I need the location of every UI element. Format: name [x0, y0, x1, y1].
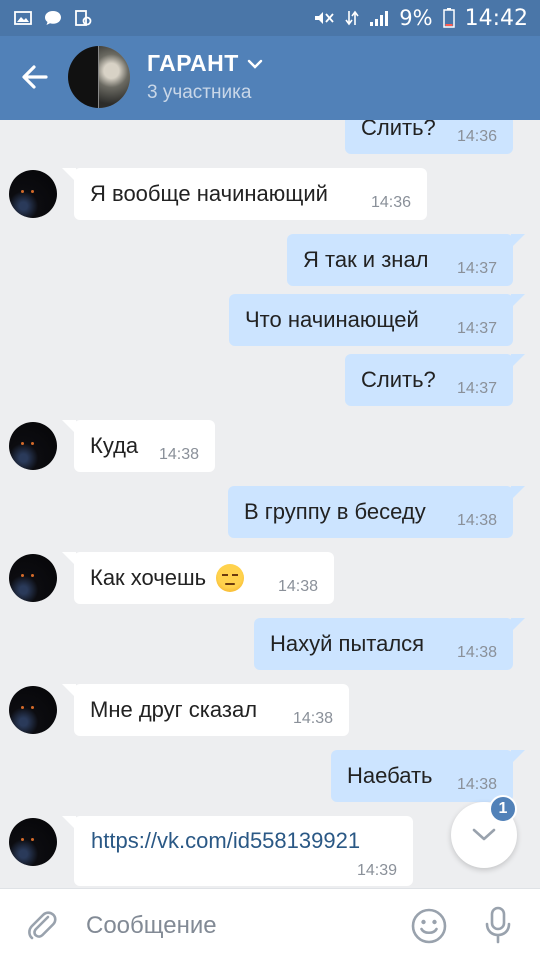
message-time: 14:36 — [456, 128, 497, 145]
message-bubble[interactable]: В группу в беседу 14:38 — [228, 486, 525, 538]
message-text: Что начинающей — [245, 307, 419, 332]
message-time: 14:38 — [456, 776, 497, 793]
sender-avatar[interactable] — [9, 422, 57, 470]
message-bubble[interactable]: Как хочешь 14:38 — [62, 552, 334, 604]
chat-avatar-photo — [99, 46, 130, 108]
message-time: 14:38 — [456, 512, 497, 529]
chat-title[interactable]: ГАРАНТ — [147, 50, 263, 77]
message-time: 14:38 — [158, 446, 199, 463]
image-icon — [14, 11, 32, 25]
message-time: 14:39 — [356, 862, 397, 879]
chevron-down-icon — [472, 828, 496, 841]
chat-title-text: ГАРАНТ — [147, 50, 239, 76]
message-time: 14:37 — [456, 320, 497, 337]
microphone-icon[interactable] — [480, 905, 516, 945]
message-bubble[interactable]: Слить? 14:37 — [345, 354, 525, 406]
back-arrow-icon[interactable] — [18, 60, 52, 94]
message-text: Мне друг сказал — [90, 697, 258, 722]
message-time: 14:37 — [456, 260, 497, 277]
message-bubble[interactable]: Куда 14:38 — [62, 420, 215, 472]
message-bubble-link[interactable]: https://vk.com/id558139921 14:39 — [62, 816, 413, 886]
paperclip-icon[interactable] — [24, 907, 60, 943]
battery-percent: 9% — [399, 6, 433, 30]
message-time: 14:38 — [292, 710, 333, 727]
message-bubble[interactable]: Я так и знал 14:37 — [287, 234, 525, 286]
message-text: Я так и знал — [303, 247, 429, 272]
unamused-face-icon — [216, 564, 245, 592]
message-text: В группу в беседу — [244, 499, 426, 524]
message-bubble[interactable]: Мне друг сказал 14:38 — [62, 684, 349, 736]
message-text: Я вообще начинающий — [90, 181, 328, 206]
battery-icon — [442, 8, 455, 28]
message-bubble[interactable]: Слить? 14:36 — [345, 120, 513, 154]
message-text: Куда — [90, 433, 139, 458]
message-time: 14:38 — [277, 578, 318, 595]
chat-icon — [45, 11, 61, 25]
message-text: Слить? — [361, 367, 436, 392]
emoji-icon[interactable] — [410, 907, 448, 945]
message-time: 14:38 — [456, 644, 497, 661]
message-bubble[interactable]: Наебать 14:38 — [331, 750, 525, 802]
sender-avatar[interactable] — [9, 554, 57, 602]
message-composer — [0, 888, 540, 960]
message-text: Как хочешь — [90, 565, 207, 590]
message-bubble[interactable]: Что начинающей 14:37 — [229, 294, 525, 346]
sender-avatar[interactable] — [9, 818, 57, 866]
clock: 14:42 — [464, 5, 528, 31]
sender-avatar[interactable] — [9, 686, 57, 734]
message-input[interactable] — [86, 909, 386, 943]
signal-icon — [370, 11, 389, 26]
app-icon — [75, 10, 92, 26]
message-text: Нахуй пытался — [270, 631, 425, 656]
status-bar-notifications — [14, 9, 92, 27]
message-bubble[interactable]: Нахуй пытался 14:38 — [254, 618, 525, 670]
status-bar: 9% 14:42 — [0, 0, 540, 36]
sender-avatar[interactable] — [9, 170, 57, 218]
message-list[interactable]: Слить? 14:36 Я вообще начинающий 14:36 Я… — [0, 120, 540, 888]
data-icon — [345, 10, 359, 26]
message-time: 14:37 — [456, 380, 497, 397]
profile-link[interactable]: https://vk.com/id558139921 — [91, 828, 360, 854]
chat-participants: 3 участника — [147, 82, 252, 103]
message-text: Слить? — [361, 120, 436, 140]
chat-avatar[interactable] — [68, 46, 130, 108]
status-bar-system: 9% 14:42 — [313, 6, 528, 31]
unread-badge: 1 — [489, 795, 517, 823]
mute-icon — [315, 12, 334, 24]
message-bubble[interactable]: Я вообще начинающий 14:36 — [62, 168, 427, 220]
chat-header: ГАРАНТ 3 участника — [0, 36, 540, 120]
message-time: 14:36 — [370, 194, 411, 211]
message-text: Наебать — [347, 763, 433, 788]
chevron-down-icon — [247, 59, 262, 69]
